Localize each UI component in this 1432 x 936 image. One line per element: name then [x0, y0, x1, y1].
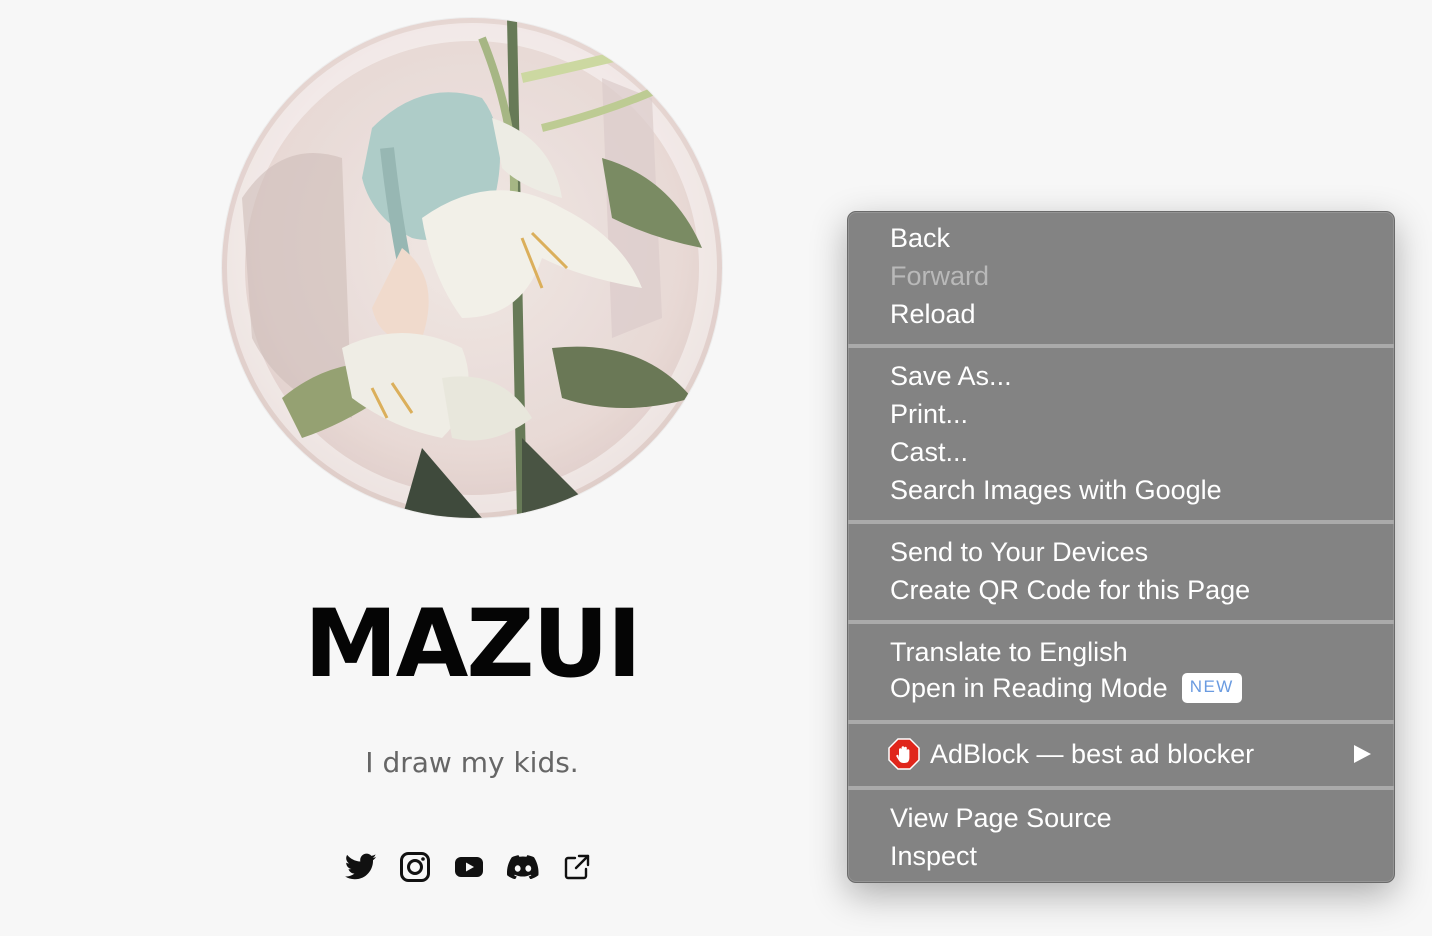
twitter-icon[interactable]: [345, 849, 377, 885]
menu-separator: [848, 520, 1394, 524]
submenu-arrow-icon: [1354, 745, 1371, 763]
menu-item-back[interactable]: Back: [890, 219, 950, 257]
menu-separator: [848, 786, 1394, 790]
discord-icon[interactable]: [507, 849, 539, 885]
menu-separator: [848, 344, 1394, 348]
menu-item-reload[interactable]: Reload: [890, 295, 976, 333]
menu-item-reading-mode[interactable]: Open in Reading Mode NEW: [890, 669, 1242, 707]
reading-mode-label: Open in Reading Mode: [890, 673, 1168, 703]
menu-item-save-as[interactable]: Save As...: [890, 357, 1012, 395]
menu-item-print[interactable]: Print...: [890, 395, 968, 433]
menu-separator: [848, 620, 1394, 624]
adblock-label: AdBlock — best ad blocker: [930, 739, 1255, 769]
adblock-icon: [888, 738, 920, 770]
profile-avatar: [222, 18, 722, 518]
menu-item-cast[interactable]: Cast...: [890, 433, 968, 471]
menu-item-forward[interactable]: Forward: [890, 257, 989, 295]
menu-item-view-source[interactable]: View Page Source: [890, 799, 1112, 837]
instagram-icon[interactable]: [399, 849, 431, 885]
avatar-illustration: [222, 18, 722, 518]
new-badge: NEW: [1181, 672, 1242, 703]
menu-item-create-qr-code[interactable]: Create QR Code for this Page: [890, 571, 1250, 609]
menu-item-translate[interactable]: Translate to English: [890, 633, 1128, 671]
menu-item-inspect[interactable]: Inspect: [890, 837, 977, 875]
page: MAZUI I draw my kids. Back Forward Reloa…: [0, 0, 1432, 936]
context-menu: Back Forward Reload Save As... Print... …: [847, 211, 1395, 883]
external-link-icon[interactable]: [561, 849, 593, 885]
social-links: [345, 849, 593, 885]
menu-item-send-to-devices[interactable]: Send to Your Devices: [890, 533, 1148, 571]
profile-name: MAZUI: [304, 590, 642, 699]
menu-item-adblock[interactable]: AdBlock — best ad blocker: [888, 735, 1370, 773]
youtube-icon[interactable]: [453, 849, 485, 885]
profile-tagline: I draw my kids.: [365, 746, 579, 779]
menu-item-search-images[interactable]: Search Images with Google: [890, 471, 1222, 509]
menu-separator: [848, 720, 1394, 724]
